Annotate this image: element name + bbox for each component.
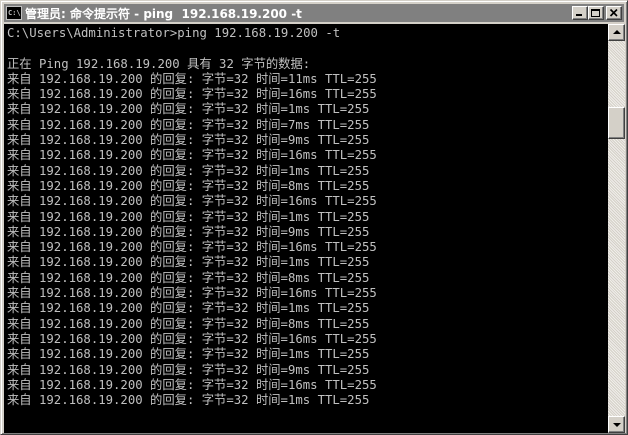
close-button[interactable] (606, 6, 622, 20)
scroll-up-button[interactable] (608, 24, 625, 41)
arrow-down-icon (613, 423, 621, 427)
console-line: C:\Users\Administrator>ping 192.168.19.2… (7, 26, 341, 40)
arrow-up-icon (613, 30, 621, 34)
console-line: 来自 192.168.19.200 的回复: 字节=32 时间=16ms TTL… (7, 286, 377, 301)
console-line: 来自 192.168.19.200 的回复: 字节=32 时间=8ms TTL=… (7, 316, 370, 331)
vertical-scrollbar[interactable] (608, 24, 625, 433)
window-controls (572, 6, 622, 20)
console-line: 来自 192.168.19.200 的回复: 字节=32 时间=16ms TTL… (7, 377, 377, 392)
console-line: 来自 192.168.19.200 的回复: 字节=32 时间=16ms TTL… (7, 148, 377, 163)
console-line: 来自 192.168.19.200 的回复: 字节=32 时间=1ms TTL=… (7, 347, 370, 362)
maximize-icon (591, 9, 600, 17)
console-output[interactable]: C:\Users\Administrator>ping 192.168.19.2… (4, 24, 608, 433)
console-line: 来自 192.168.19.200 的回复: 字节=32 时间=1ms TTL=… (7, 301, 370, 316)
console-line: 来自 192.168.19.200 的回复: 字节=32 时间=16ms TTL… (7, 87, 377, 102)
minimize-icon (576, 14, 582, 16)
scroll-thumb[interactable] (608, 107, 625, 139)
command-prompt-window: C:\ 管理员: 命令提示符 - ping 192.168.19.200 -t … (0, 0, 628, 435)
console-line: 来自 192.168.19.200 的回复: 字节=32 时间=16ms TTL… (7, 240, 377, 255)
console-line: 来自 192.168.19.200 的回复: 字节=32 时间=1ms TTL=… (7, 163, 370, 178)
console-line: 来自 192.168.19.200 的回复: 字节=32 时间=8ms TTL=… (7, 270, 370, 285)
close-icon (609, 8, 618, 17)
console-line: 来自 192.168.19.200 的回复: 字节=32 时间=7ms TTL=… (7, 117, 370, 132)
console-line: 来自 192.168.19.200 的回复: 字节=32 时间=1ms TTL=… (7, 393, 370, 408)
console-line: 正在 Ping 192.168.19.200 具有 32 字节的数据: (7, 56, 311, 71)
console-line: 来自 192.168.19.200 的回复: 字节=32 时间=16ms TTL… (7, 194, 377, 209)
console-line: 来自 192.168.19.200 的回复: 字节=32 时间=9ms TTL=… (7, 362, 370, 377)
console-line: 来自 192.168.19.200 的回复: 字节=32 时间=11ms TTL… (7, 71, 377, 86)
console-text: C:\Users\Administrator>ping 192.168.19.2… (7, 26, 377, 408)
maximize-button[interactable] (588, 6, 604, 20)
console-line: 来自 192.168.19.200 的回复: 字节=32 时间=9ms TTL=… (7, 224, 370, 239)
console-line: 来自 192.168.19.200 的回复: 字节=32 时间=16ms TTL… (7, 331, 377, 346)
console-line: 来自 192.168.19.200 的回复: 字节=32 时间=1ms TTL=… (7, 255, 370, 270)
minimize-button[interactable] (572, 6, 588, 20)
console-line: 来自 192.168.19.200 的回复: 字节=32 时间=8ms TTL=… (7, 178, 370, 193)
command-prompt-icon[interactable]: C:\ (6, 6, 22, 20)
console-line: 来自 192.168.19.200 的回复: 字节=32 时间=1ms TTL=… (7, 102, 370, 117)
console-line: 来自 192.168.19.200 的回复: 字节=32 时间=9ms TTL=… (7, 133, 370, 148)
console-line: 来自 192.168.19.200 的回复: 字节=32 时间=1ms TTL=… (7, 209, 370, 224)
title-bar[interactable]: C:\ 管理员: 命令提示符 - ping 192.168.19.200 -t (4, 4, 624, 22)
scroll-down-button[interactable] (608, 416, 625, 433)
window-title: 管理员: 命令提示符 - ping 192.168.19.200 -t (25, 6, 302, 21)
